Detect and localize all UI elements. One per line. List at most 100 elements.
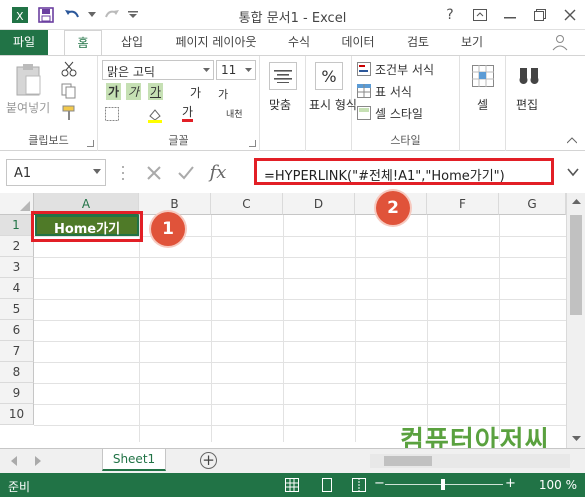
zoom-in-icon[interactable]: + <box>505 476 516 491</box>
horizontal-scroll-thumb[interactable] <box>384 456 432 466</box>
ribbon: 붙여넣기 클립보드 맑은 고딕 11 가 가 가 가 가 가 내천 글꼴 맞춤 … <box>0 55 585 151</box>
column-header-b[interactable]: B <box>139 193 211 215</box>
row-header-2[interactable]: 2 <box>0 236 34 257</box>
cell-styles-label[interactable]: 셀 스타일 <box>375 105 423 122</box>
font-size-select[interactable]: 11 <box>216 60 256 80</box>
tab-data[interactable]: 데이터 <box>332 30 384 55</box>
alignment-group: 맞춤 <box>260 56 306 151</box>
scroll-up-icon[interactable] <box>572 199 581 205</box>
cells-label[interactable]: 셀 <box>477 96 488 113</box>
tab-home[interactable]: 홈 <box>64 30 102 56</box>
scroll-down-icon[interactable] <box>572 436 581 442</box>
clipboard-group: 붙여넣기 클립보드 <box>0 56 98 151</box>
column-header-g[interactable]: G <box>499 193 566 215</box>
window-controls: ? <box>435 0 585 30</box>
alignment-label[interactable]: 맞춤 <box>269 96 291 113</box>
shrink-font-button[interactable]: 가 <box>218 86 228 102</box>
status-bar: 준비 − + 100 % <box>0 473 585 497</box>
phonetic-button[interactable]: 내천 <box>226 107 243 120</box>
new-sheet-icon[interactable]: + <box>200 452 217 469</box>
expand-formula-bar-icon[interactable] <box>566 165 580 179</box>
percent-button[interactable]: % <box>315 62 343 90</box>
find-icon[interactable] <box>515 62 543 90</box>
conditional-format-label[interactable]: 조건부 서식 <box>375 61 434 78</box>
collapse-ribbon-icon[interactable] <box>565 134 579 146</box>
font-size-value: 11 <box>221 63 237 77</box>
enter-icon[interactable] <box>170 159 202 186</box>
sheet-tab-sheet1[interactable]: Sheet1 <box>102 449 166 471</box>
row-header-3[interactable]: 3 <box>0 257 34 278</box>
next-sheet-icon[interactable] <box>34 456 42 466</box>
callout-badge-1: 1 <box>151 212 185 246</box>
row-header-5[interactable]: 5 <box>0 299 34 320</box>
bold-button[interactable]: 가 <box>106 83 122 100</box>
grow-font-button[interactable]: 가 <box>190 84 201 101</box>
horizontal-scrollbar[interactable] <box>370 454 570 468</box>
italic-button[interactable]: 가 <box>126 83 142 100</box>
callout-badge-2: 2 <box>376 191 410 225</box>
account-icon[interactable] <box>540 30 580 55</box>
tab-page-layout[interactable]: 페이지 레이아웃 <box>164 30 268 55</box>
close-icon[interactable] <box>555 0 585 30</box>
row-header-10[interactable]: 10 <box>0 404 34 425</box>
conditional-format-icon[interactable] <box>356 61 372 77</box>
font-launcher-icon[interactable] <box>249 140 256 147</box>
tab-review[interactable]: 검토 <box>398 30 438 55</box>
border-icon[interactable] <box>104 106 120 122</box>
zoom-slider-thumb[interactable] <box>441 479 445 490</box>
cells-icon[interactable] <box>469 62 497 90</box>
cut-icon[interactable] <box>60 60 78 78</box>
cell-styles-icon[interactable] <box>356 105 372 121</box>
editing-label[interactable]: 편집 <box>516 96 538 113</box>
column-header-c[interactable]: C <box>211 193 283 215</box>
page-layout-view-icon[interactable] <box>320 478 334 492</box>
formula-input[interactable]: =HYPERLINK("#전체!A1","Home가기") <box>254 158 554 185</box>
name-box[interactable]: A1 <box>6 159 106 186</box>
sheet-tab-bar: Sheet1 + <box>0 448 585 473</box>
font-name-select[interactable]: 맑은 고딕 <box>102 60 214 80</box>
number-format-label[interactable]: 표시 형식 <box>309 96 357 113</box>
row-header-8[interactable]: 8 <box>0 362 34 383</box>
name-box-dropdown-icon[interactable] <box>93 169 101 174</box>
page-break-view-icon[interactable] <box>352 478 366 492</box>
font-color-button[interactable]: 가 <box>182 105 194 122</box>
minimize-icon[interactable] <box>495 0 525 30</box>
tab-formulas[interactable]: 수식 <box>280 30 318 55</box>
number-group: % 표시 형식 <box>306 56 357 151</box>
row-header-4[interactable]: 4 <box>0 278 34 299</box>
ribbon-display-icon[interactable] <box>465 0 495 30</box>
tab-file[interactable]: 파일 <box>0 30 48 55</box>
vertical-scrollbar[interactable] <box>566 193 585 448</box>
name-box-value: A1 <box>14 166 32 181</box>
row-header-6[interactable]: 6 <box>0 320 34 341</box>
help-icon[interactable]: ? <box>435 0 465 30</box>
clipboard-launcher-icon[interactable] <box>87 140 94 147</box>
insert-function-button[interactable]: fx <box>202 159 234 186</box>
paste-icon[interactable] <box>6 60 52 100</box>
prev-sheet-icon[interactable] <box>10 456 18 466</box>
fill-color-icon[interactable] <box>146 106 164 124</box>
format-as-table-icon[interactable] <box>356 83 372 99</box>
zoom-out-icon[interactable]: − <box>374 476 385 491</box>
zoom-slider[interactable] <box>385 479 503 490</box>
column-header-f[interactable]: F <box>427 193 499 215</box>
vertical-scroll-thumb[interactable] <box>570 215 582 315</box>
restore-icon[interactable] <box>525 0 555 30</box>
select-all-button[interactable] <box>0 193 34 215</box>
row-header-1[interactable]: 1 <box>0 215 34 236</box>
align-icon[interactable] <box>269 62 297 90</box>
row-header-7[interactable]: 7 <box>0 341 34 362</box>
cancel-icon[interactable] <box>138 159 170 186</box>
tab-view[interactable]: 보기 <box>452 30 492 55</box>
format-painter-icon[interactable] <box>60 104 78 122</box>
column-header-d[interactable]: D <box>283 193 355 215</box>
row-header-9[interactable]: 9 <box>0 383 34 404</box>
normal-view-icon[interactable] <box>285 478 299 492</box>
zoom-level[interactable]: 100 % <box>539 478 577 492</box>
styles-label: 스타일 <box>390 134 421 147</box>
copy-icon[interactable] <box>60 82 78 100</box>
tab-insert[interactable]: 삽입 <box>112 30 152 55</box>
underline-button[interactable]: 가 <box>148 83 164 100</box>
paste-label[interactable]: 붙여넣기 <box>6 99 50 116</box>
format-as-table-label[interactable]: 표 서식 <box>375 83 412 100</box>
